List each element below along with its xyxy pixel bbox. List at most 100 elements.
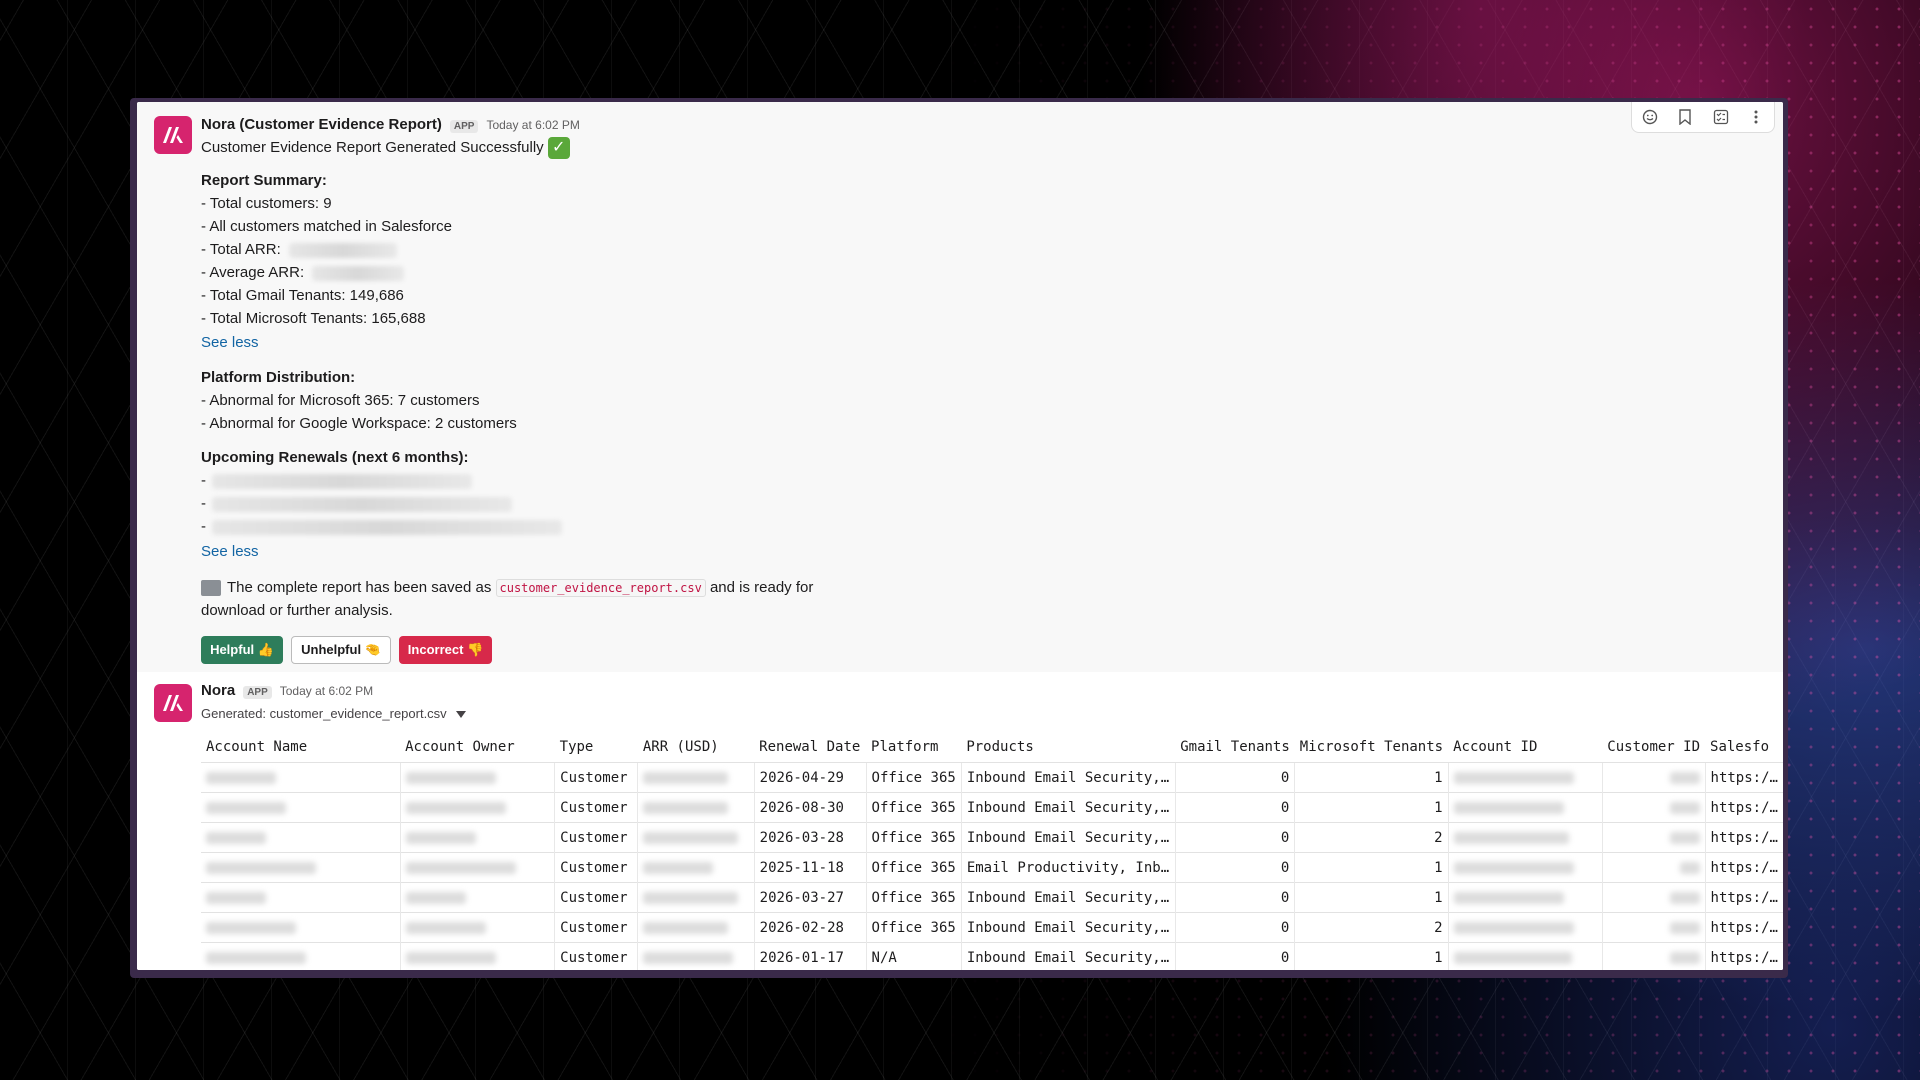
table-cell: 0 — [1174, 792, 1295, 823]
summary-item: - Total Gmail Tenants: 149,686 — [201, 287, 404, 304]
table-cell — [399, 912, 555, 943]
table-header-row: Account Name Account Owner Type ARR (USD) Re… — [201, 732, 1783, 763]
message-timestamp[interactable]: Today at 6:02 PM — [280, 684, 373, 698]
table-cell — [637, 792, 755, 823]
redacted-value — [405, 801, 506, 814]
table-row[interactable]: Customer 2026-03-28 Office 365 Inbound Emai… — [201, 822, 1783, 853]
table-cell — [1447, 942, 1603, 970]
table-cell: 0 — [1174, 762, 1295, 793]
table-row[interactable]: Customer 2026-01-17 N/A Inbound Email Secur… — [201, 942, 1783, 970]
table-row[interactable]: Customer 2026-04-29 Office 365 Inbound Emai… — [201, 762, 1783, 793]
table-cell — [1447, 822, 1603, 853]
table-column-header[interactable]: Type — [554, 732, 638, 763]
renewal-dash: - — [201, 518, 206, 535]
redacted-value — [1453, 831, 1569, 844]
table-column-header[interactable]: Microsoft Tenants — [1294, 732, 1449, 763]
nora-avatar[interactable] — [154, 684, 192, 722]
table-row[interactable]: Customer 2026-08-30 Office 365 Inbound Emai… — [201, 792, 1783, 823]
headline-text: Customer Evidence Report Generated Succe… — [201, 139, 544, 156]
redacted-value — [212, 519, 563, 535]
redacted-value — [206, 921, 296, 934]
renewals-heading: Upcoming Renewals (next 6 months): — [201, 449, 469, 466]
redacted-value — [212, 473, 473, 489]
table-cell: Office 365 — [865, 882, 962, 913]
table-cell: 0 — [1174, 912, 1295, 943]
report-headline: Customer Evidence Report Generated Succe… — [201, 136, 570, 160]
table-cell: Customer — [554, 852, 638, 883]
redacted-value — [206, 861, 316, 874]
table-cell: N/A — [865, 942, 962, 970]
more-actions-icon[interactable] — [1747, 108, 1765, 126]
redacted-value — [1669, 951, 1700, 964]
table-column-header[interactable]: Account Owner — [400, 732, 555, 763]
bookmark-icon[interactable] — [1676, 108, 1694, 126]
redacted-value — [288, 242, 397, 258]
chat-window: Nora (Customer Evidence Report) APP Toda… — [137, 102, 1783, 970]
renewal-item: - — [201, 469, 473, 492]
app-badge: APP — [243, 686, 272, 699]
table-cell — [201, 912, 401, 943]
incorrect-button[interactable]: Incorrect 👎 — [399, 636, 492, 664]
table-cell: 2026-01-17 — [753, 942, 867, 970]
total-arr-label: - Total ARR: — [201, 241, 281, 258]
csv-preview-table[interactable]: Account Name Account Owner Type ARR (USD) Re… — [201, 732, 1783, 970]
summary-item-total-arr: - Total ARR: — [201, 238, 397, 261]
table-cell: Customer — [554, 792, 638, 823]
table-cell: https:/… — [1704, 822, 1783, 853]
table-column-header[interactable]: Account Name — [201, 732, 401, 763]
message-header: Nora APP Today at 6:02 PM — [201, 682, 373, 699]
table-column-header[interactable]: Customer ID — [1602, 732, 1706, 763]
redacted-value — [206, 771, 276, 784]
table-column-header[interactable]: Products — [961, 732, 1176, 763]
table-cell — [201, 852, 401, 883]
table-column-header[interactable]: Renewal Date — [754, 732, 867, 763]
table-column-header[interactable]: ARR (USD) — [637, 732, 755, 763]
report-saved-text: and is ready for — [709, 579, 814, 596]
chevron-down-icon[interactable] — [456, 711, 467, 719]
table-cell — [1447, 912, 1603, 943]
table-row[interactable]: Customer 2025-11-18 Office 365 Email Produc… — [201, 852, 1783, 883]
helpful-button[interactable]: Helpful 👍 — [201, 636, 283, 664]
nora-avatar[interactable] — [154, 116, 192, 154]
table-row[interactable]: Customer 2026-03-27 Office 365 Inbound Emai… — [201, 882, 1783, 913]
table-cell — [201, 792, 401, 823]
table-cell: 0 — [1174, 852, 1295, 883]
see-less-link[interactable]: See less — [201, 540, 259, 563]
redacted-value — [1453, 861, 1574, 874]
table-cell: Inbound Email Security,… — [960, 822, 1176, 853]
table-column-header[interactable]: Account ID — [1448, 732, 1603, 763]
table-cell: 2026-03-27 — [753, 882, 867, 913]
checklist-icon[interactable] — [1712, 108, 1730, 126]
table-cell — [1601, 792, 1706, 823]
table-cell — [1601, 942, 1706, 970]
see-less-link[interactable]: See less — [201, 331, 259, 354]
table-cell — [399, 822, 555, 853]
table-column-header[interactable]: Gmail Tenants — [1175, 732, 1295, 763]
message-report: Nora (Customer Evidence Report) APP Toda… — [137, 102, 1783, 672]
table-cell: Customer — [554, 882, 638, 913]
sender-name[interactable]: Nora (Customer Evidence Report) — [201, 116, 442, 133]
unhelpful-button[interactable]: Unhelpful 🤏 — [291, 636, 391, 664]
table-column-header[interactable]: Salesfo — [1705, 732, 1783, 763]
table-cell — [1601, 822, 1706, 853]
table-cell — [201, 822, 401, 853]
add-reaction-icon[interactable] — [1641, 108, 1659, 126]
redacted-value — [643, 771, 729, 784]
table-cell — [637, 882, 755, 913]
file-label[interactable]: Generated: customer_evidence_report.csv — [201, 702, 467, 725]
sender-name[interactable]: Nora — [201, 682, 235, 699]
table-row[interactable]: Customer 2026-02-28 Office 365 Inbound Emai… — [201, 912, 1783, 943]
table-column-header[interactable]: Platform — [866, 732, 962, 763]
table-cell: Office 365 — [865, 792, 962, 823]
redacted-value — [1679, 861, 1700, 874]
summary-item-average-arr: - Average ARR: — [201, 261, 405, 284]
table-cell: Inbound Email Security,… — [960, 882, 1176, 913]
redacted-value — [1453, 771, 1574, 784]
message-header: Nora (Customer Evidence Report) APP Toda… — [201, 116, 580, 133]
folder-icon — [201, 580, 221, 597]
message-timestamp[interactable]: Today at 6:02 PM — [486, 118, 579, 132]
platform-heading: Platform Distribution: — [201, 369, 356, 386]
table-cell: https:/… — [1704, 852, 1783, 883]
renewal-dash: - — [201, 495, 206, 512]
platform-item: - Abnormal for Google Workspace: 2 custo… — [201, 415, 517, 432]
